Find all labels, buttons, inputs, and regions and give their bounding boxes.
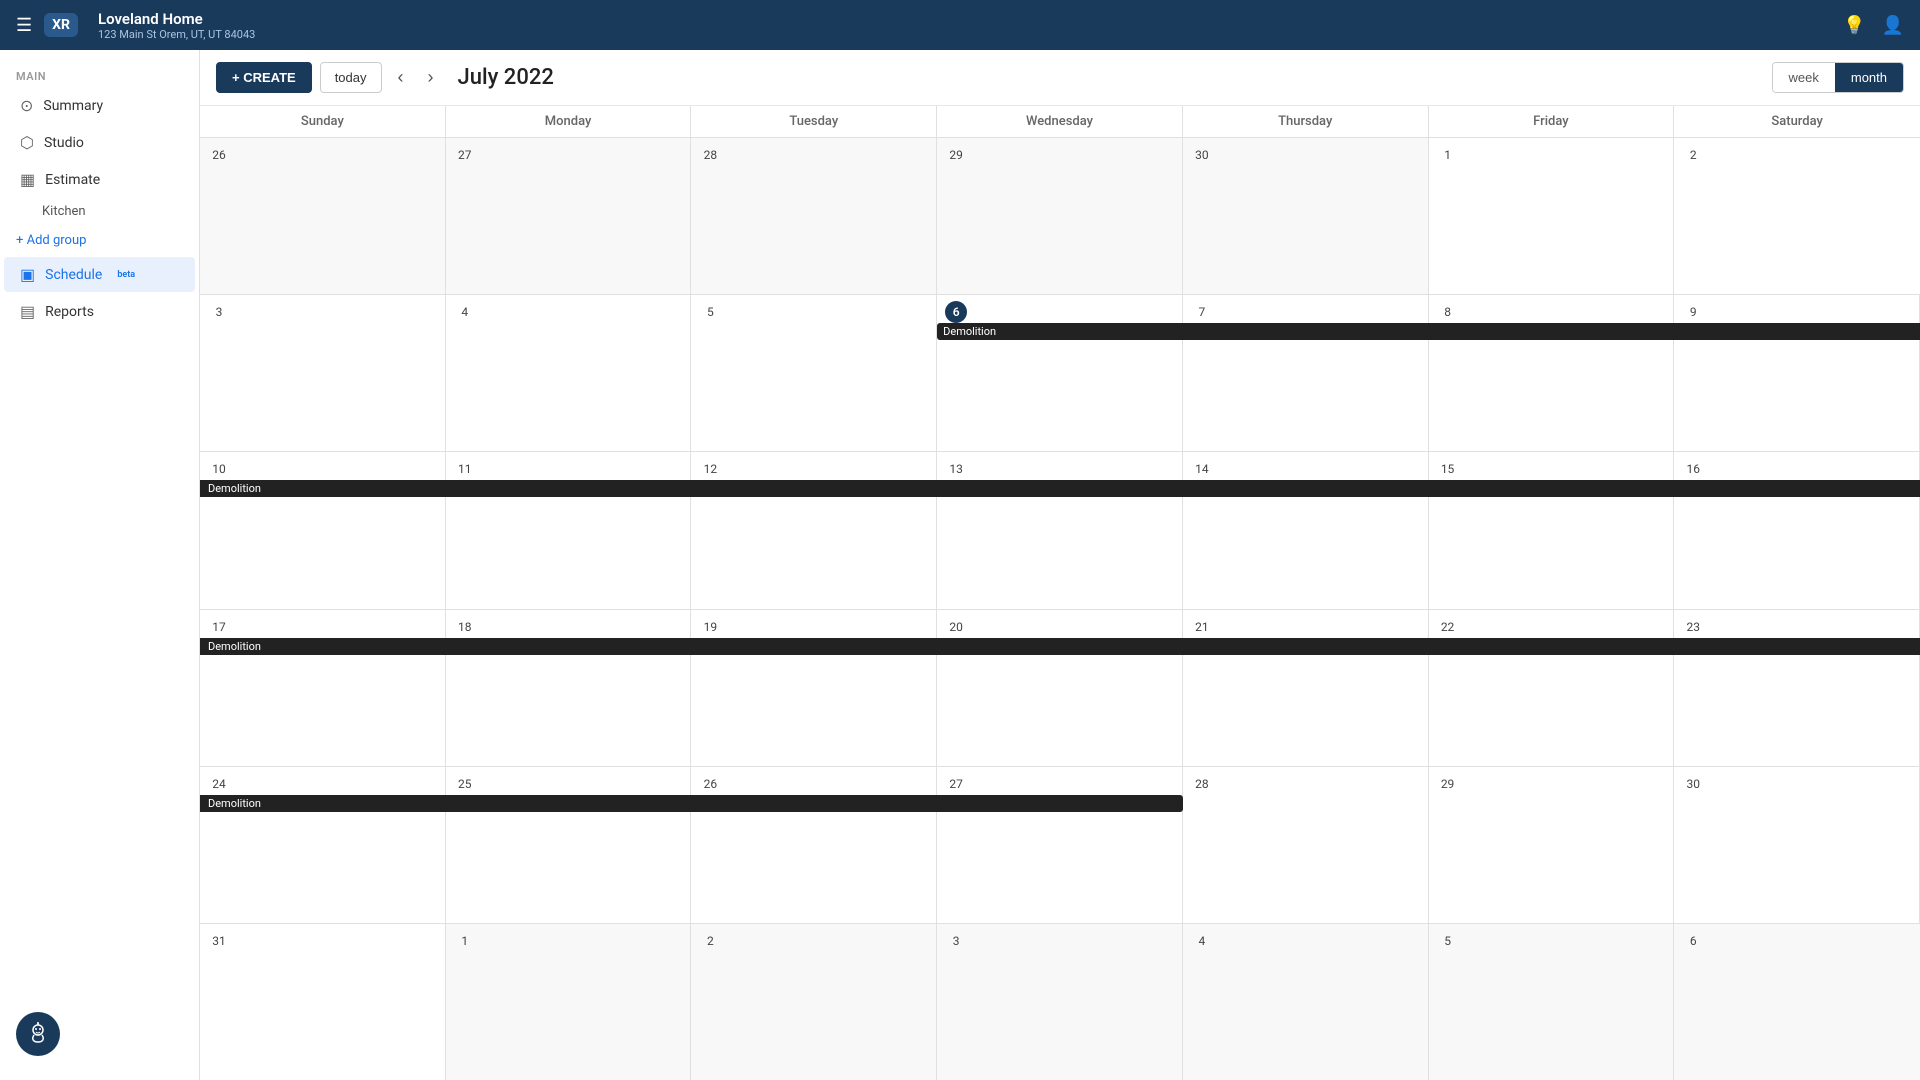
sidebar-item-summary[interactable]: ⊙ Summary [4, 88, 195, 123]
sidebar-item-label: Estimate [45, 172, 100, 188]
calendar-toolbar: + CREATE today ‹ › July 2022 week month [200, 50, 1920, 106]
cal-day[interactable]: 18 [446, 610, 692, 766]
cal-day[interactable]: 26 [200, 138, 446, 294]
sidebar-item-estimate[interactable]: ▦ Estimate [4, 162, 195, 197]
content-area: + CREATE today ‹ › July 2022 week month … [200, 50, 1920, 1080]
cal-day[interactable]: 5 [1429, 924, 1675, 1080]
schedule-icon: ▣ [20, 265, 35, 284]
sidebar-item-studio[interactable]: ⬡ Studio [4, 125, 195, 160]
cal-day[interactable]: 8 [1429, 295, 1675, 451]
cal-day[interactable]: 21 [1183, 610, 1429, 766]
beta-badge: beta [112, 269, 140, 281]
cal-day[interactable]: 16 [1674, 452, 1920, 608]
menu-icon[interactable]: ☰ [16, 15, 32, 36]
sidebar-item-label: Studio [44, 135, 84, 151]
cal-day[interactable]: 15 [1429, 452, 1675, 608]
sidebar-item-label: Summary [43, 98, 103, 114]
cal-day[interactable]: 1 [446, 924, 692, 1080]
today-button[interactable]: today [320, 62, 382, 93]
cal-day[interactable]: 14 [1183, 452, 1429, 608]
calendar-title: July 2022 [458, 65, 554, 90]
header-tuesday: Tuesday [691, 106, 937, 137]
bot-icon[interactable] [16, 1012, 60, 1056]
cal-day[interactable]: 29 [1429, 767, 1675, 923]
prev-button[interactable]: ‹ [390, 63, 412, 92]
cal-day[interactable]: 30 [1674, 767, 1920, 923]
create-button[interactable]: + CREATE [216, 62, 312, 93]
estimate-icon: ▦ [20, 170, 35, 189]
cal-day[interactable]: 31 [200, 924, 446, 1080]
cal-day[interactable]: 28 [691, 138, 937, 294]
add-group-button[interactable]: + Add group [0, 225, 199, 256]
cal-day[interactable]: 27 [446, 138, 692, 294]
header-sunday: Sunday [200, 106, 446, 137]
header-monday: Monday [446, 106, 692, 137]
calendar-week-4: 17 18 19 20 21 22 23 Demolition [200, 610, 1920, 767]
cal-day[interactable]: 24 [200, 767, 446, 923]
cal-day[interactable]: 17 [200, 610, 446, 766]
cal-day[interactable]: 13 [937, 452, 1183, 608]
cal-day[interactable]: 25 [446, 767, 692, 923]
calendar-week-2: 3 4 5 6 7 8 9 Demolition [200, 295, 1920, 452]
summary-icon: ⊙ [20, 96, 33, 115]
cal-day[interactable]: 3 [937, 924, 1183, 1080]
help-icon[interactable]: 💡 [1843, 15, 1865, 36]
home-address: 123 Main St Orem, UT, UT 84043 [98, 28, 255, 41]
cal-day[interactable]: 9 [1674, 295, 1920, 451]
profile-icon[interactable]: 👤 [1882, 15, 1904, 36]
header-friday: Friday [1429, 106, 1675, 137]
logo-text: XR [52, 17, 70, 33]
cal-day[interactable]: 4 [446, 295, 692, 451]
month-view-button[interactable]: month [1835, 63, 1903, 92]
sidebar-item-label: Schedule [45, 267, 102, 283]
calendar-week-1: 26 27 28 29 30 1 2 [200, 138, 1920, 295]
cal-day[interactable]: 11 [446, 452, 692, 608]
sidebar-section-main: Main [0, 62, 199, 87]
reports-icon: ▤ [20, 302, 35, 321]
cal-day[interactable]: 20 [937, 610, 1183, 766]
cal-day[interactable]: 3 [200, 295, 446, 451]
cal-day[interactable]: 2 [1674, 138, 1920, 294]
cal-day-today[interactable]: 6 [937, 295, 1183, 451]
cal-day[interactable]: 12 [691, 452, 937, 608]
cal-day[interactable]: 29 [937, 138, 1183, 294]
cal-day[interactable]: 1 [1429, 138, 1675, 294]
cal-day[interactable]: 26 [691, 767, 937, 923]
sidebar-item-schedule[interactable]: ▣ Schedule beta [4, 257, 195, 292]
cal-day[interactable]: 27 [937, 767, 1183, 923]
sidebar: Main ⊙ Summary ⬡ Studio ▦ Estimate Kitch… [0, 50, 200, 1080]
cal-day[interactable]: 6 [1674, 924, 1920, 1080]
header-thursday: Thursday [1183, 106, 1429, 137]
cal-day[interactable]: 19 [691, 610, 937, 766]
calendar-weeks: 26 27 28 29 30 1 2 3 4 5 6 7 8 9 [200, 138, 1920, 1080]
next-button[interactable]: › [420, 63, 442, 92]
cal-day[interactable]: 22 [1429, 610, 1675, 766]
top-header: ☰ XR Loveland Home 123 Main St Orem, UT,… [0, 0, 1920, 50]
header-saturday: Saturday [1674, 106, 1920, 137]
cal-day[interactable]: 23 [1674, 610, 1920, 766]
calendar-week-3: 10 11 12 13 14 15 16 Demolition [200, 452, 1920, 609]
cal-day[interactable]: 10 [200, 452, 446, 608]
week-view-button[interactable]: week [1773, 63, 1835, 92]
sidebar-item-label: Reports [45, 304, 94, 320]
cal-day[interactable]: 7 [1183, 295, 1429, 451]
calendar-header-row: Sunday Monday Tuesday Wednesday Thursday… [200, 106, 1920, 138]
calendar-week-6: 31 1 2 3 4 5 6 [200, 924, 1920, 1080]
header-icons: 💡 👤 [1843, 15, 1904, 36]
view-toggle: week month [1772, 62, 1905, 93]
cal-day[interactable]: 5 [691, 295, 937, 451]
sidebar-item-reports[interactable]: ▤ Reports [4, 294, 195, 329]
cal-day[interactable]: 4 [1183, 924, 1429, 1080]
calendar-week-5: 24 25 26 27 28 29 30 Demolition [200, 767, 1920, 924]
home-info: Loveland Home 123 Main St Orem, UT, UT 8… [98, 10, 255, 41]
home-title: Loveland Home [98, 10, 255, 28]
studio-icon: ⬡ [20, 133, 34, 152]
calendar-grid: Sunday Monday Tuesday Wednesday Thursday… [200, 106, 1920, 1080]
logo: XR [44, 13, 78, 37]
header-wednesday: Wednesday [937, 106, 1183, 137]
cal-day[interactable]: 30 [1183, 138, 1429, 294]
cal-day[interactable]: 28 [1183, 767, 1429, 923]
sidebar-sub-kitchen[interactable]: Kitchen [0, 198, 199, 225]
cal-day[interactable]: 2 [691, 924, 937, 1080]
